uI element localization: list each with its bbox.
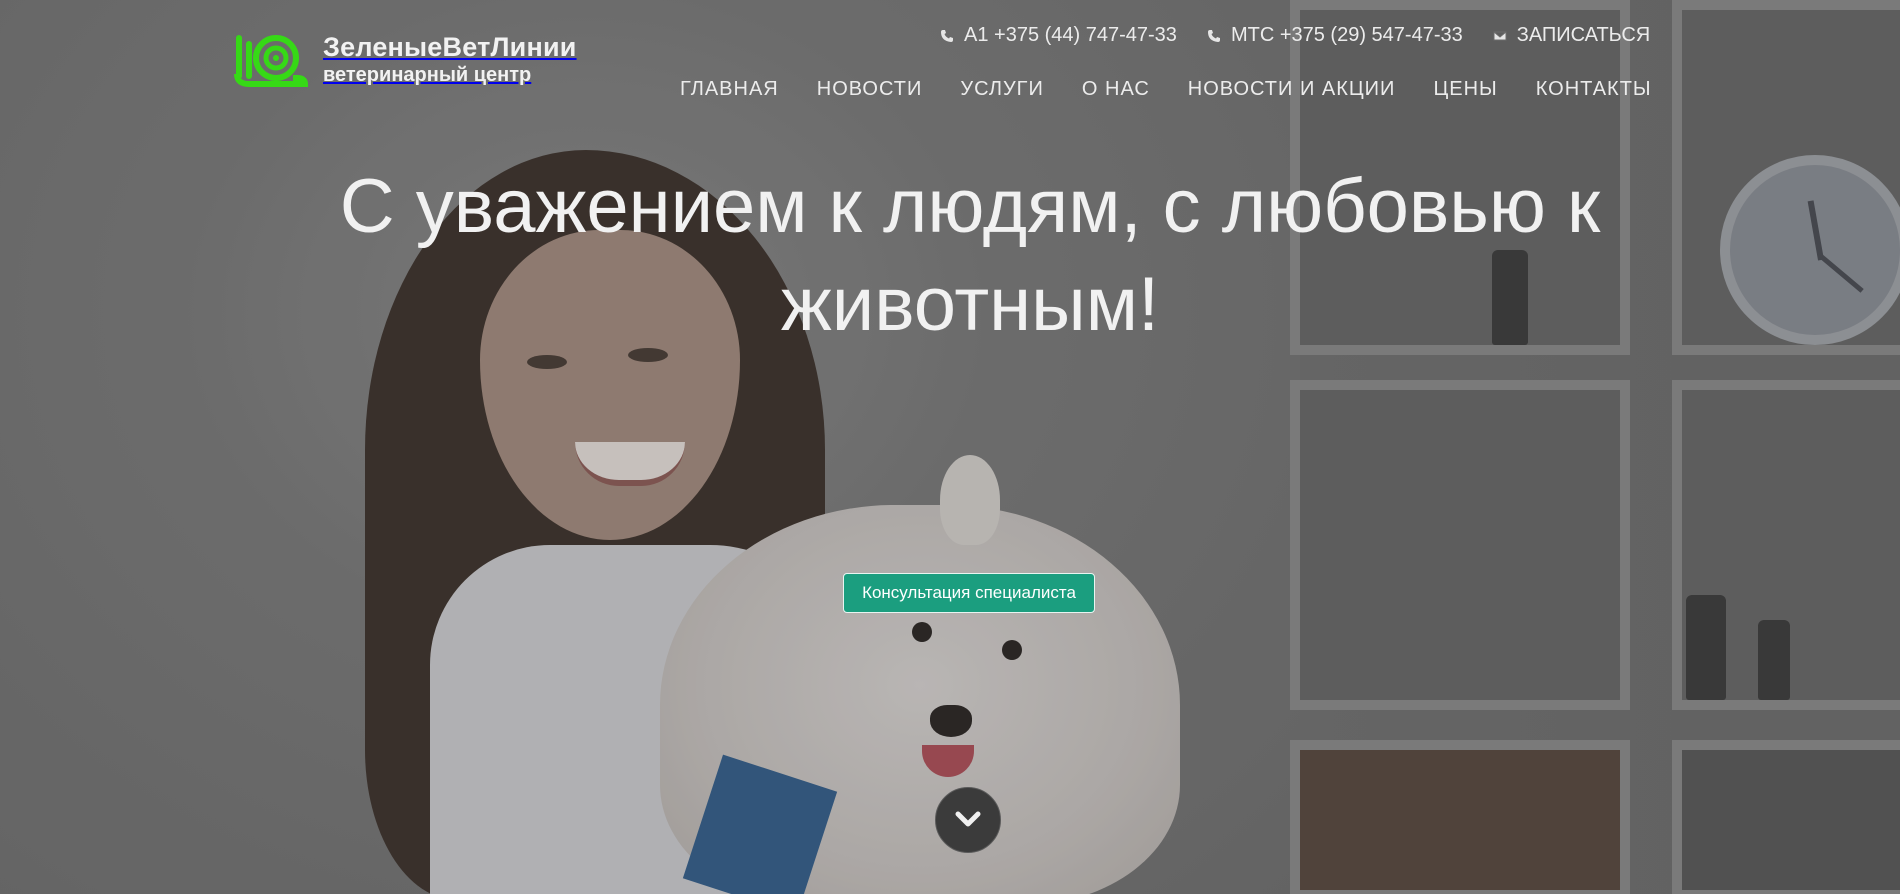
scroll-down-button[interactable] (935, 787, 1001, 853)
main-nav: ГЛАВНАЯ НОВОСТИ УСЛУГИ О НАС НОВОСТИ И А… (680, 78, 1652, 101)
nav-item-contacts[interactable]: КОНТАКТЫ (1536, 78, 1652, 101)
envelope-icon (1493, 31, 1507, 40)
phone-mts-label: МТС +375 (29) 547-47-33 (1230, 24, 1463, 46)
phone-mts-link[interactable]: МТС +375 (29) 547-47-33 (1207, 24, 1463, 47)
chevron-down-icon (955, 811, 981, 827)
signup-label: ЗАПИСАТЬСЯ (1516, 24, 1651, 46)
nav-item-news-promotions[interactable]: НОВОСТИ И АКЦИИ (1188, 78, 1396, 101)
consultation-button[interactable]: Консультация специалиста (843, 573, 1095, 613)
brand-tagline: ветеринарный центр (323, 64, 532, 86)
nav-item-home[interactable]: ГЛАВНАЯ (680, 78, 779, 101)
brand-name: ЗеленыеВетЛинии (323, 32, 577, 62)
signup-link[interactable]: ЗАПИСАТЬСЯ (1493, 24, 1651, 47)
nav-item-about[interactable]: О НАС (1082, 78, 1150, 101)
nav-item-news[interactable]: НОВОСТИ (817, 78, 923, 101)
nav-item-services[interactable]: УСЛУГИ (960, 78, 1044, 101)
hero-headline: С уважением к людям, с любовью к животны… (339, 164, 1601, 347)
phone-icon (1207, 29, 1220, 42)
snail-icon (234, 35, 309, 87)
contact-bar: А1 +375 (44) 747-47-33 МТС +375 (29) 547… (940, 24, 1650, 47)
logo[interactable]: ЗеленыеВетЛинии ветеринарный центр (231, 30, 577, 88)
hero-background (0, 0, 1900, 894)
phone-icon (941, 29, 953, 42)
hero-section: ЗеленыеВетЛинии ветеринарный центр А1 +3… (0, 0, 1900, 894)
phone-a1-label: А1 +375 (44) 747-47-33 (964, 24, 1177, 46)
nav-item-prices[interactable]: ЦЕНЫ (1433, 78, 1497, 101)
phone-a1-link[interactable]: А1 +375 (44) 747-47-33 (940, 24, 1177, 47)
